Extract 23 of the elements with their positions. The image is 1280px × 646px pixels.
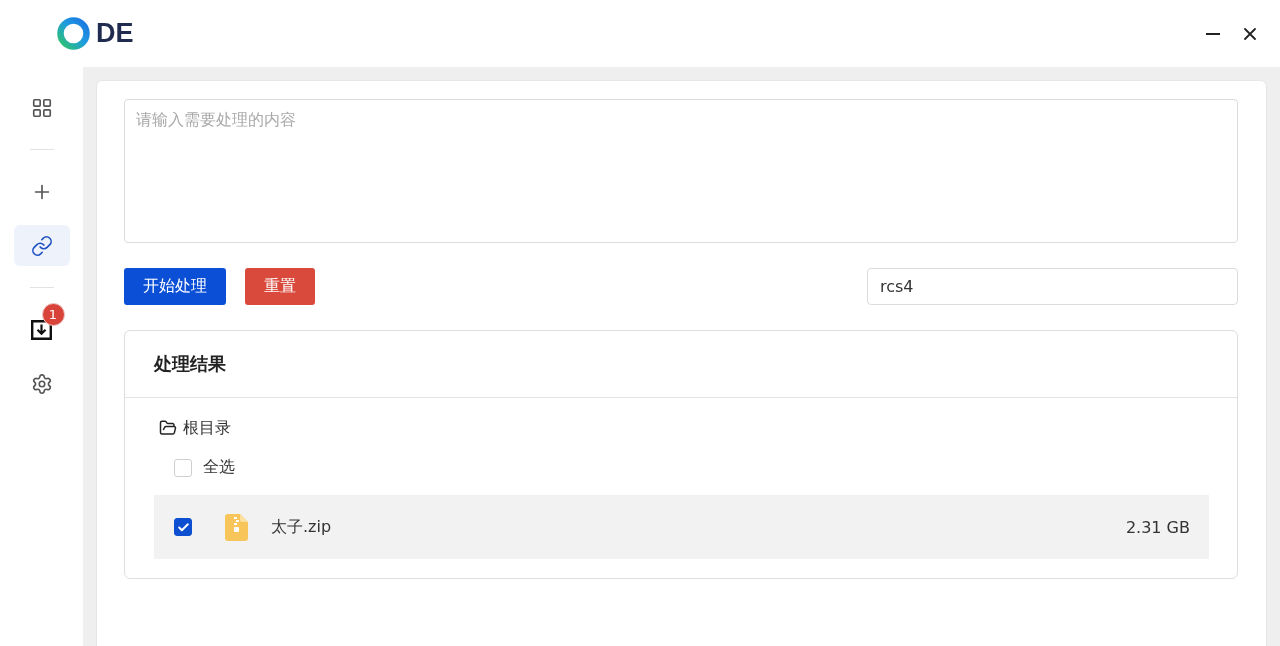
minimize-icon xyxy=(1206,32,1220,35)
input-field[interactable]: 请输入需要处理的内容 xyxy=(124,99,1238,243)
notification-badge: 1 xyxy=(41,303,65,326)
reset-button[interactable]: 重置 xyxy=(245,268,315,305)
check-icon xyxy=(176,520,190,534)
folder-icon xyxy=(159,419,177,437)
file-size: 2.31 GB xyxy=(1125,517,1190,537)
file-row[interactable]: 太子.zip 2.31 GB xyxy=(154,495,1209,559)
panel-title: 处理结果 xyxy=(154,352,226,376)
link-icon xyxy=(30,234,53,257)
start-button[interactable]: 开始处理 xyxy=(124,268,226,305)
folder-name: 根目录 xyxy=(183,417,231,439)
logo-text: DE xyxy=(96,20,134,47)
file-name: 太子.zip xyxy=(271,516,332,538)
checkbox[interactable] xyxy=(174,518,192,536)
settings-icon xyxy=(30,372,53,395)
grid-icon xyxy=(30,96,53,119)
checkbox-label: 全选 xyxy=(203,457,235,478)
zip-file-icon xyxy=(225,513,248,541)
ring-logo-icon xyxy=(57,17,90,50)
text-field[interactable]: rcs4 xyxy=(867,268,1238,305)
close-icon xyxy=(1244,27,1256,40)
download-icon xyxy=(31,319,52,340)
